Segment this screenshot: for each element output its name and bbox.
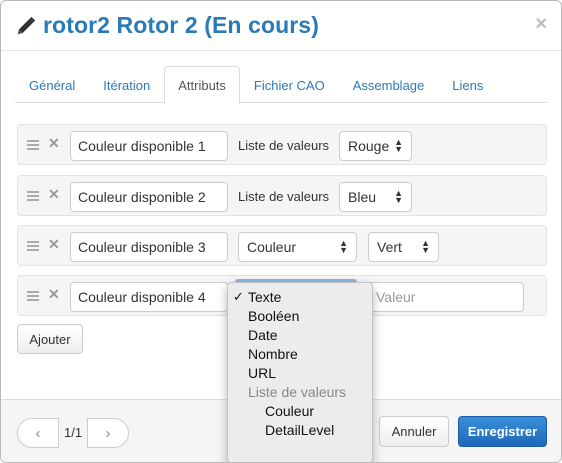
attribute-value-input[interactable]: Valeur <box>368 282 524 312</box>
drag-handle-icon[interactable] <box>27 191 39 201</box>
attribute-name-input[interactable]: Couleur disponible 3 <box>70 232 228 262</box>
select-arrows-icon: ▲ ▼ <box>394 188 403 205</box>
menu-item-url[interactable]: URL <box>228 363 372 382</box>
attribute-name-input[interactable]: Couleur disponible 1 <box>70 131 228 161</box>
attribute-value-select[interactable]: Vert ▲ ▼ <box>368 232 439 262</box>
remove-icon[interactable]: ✕ <box>48 135 60 152</box>
remove-icon[interactable]: ✕ <box>48 186 60 203</box>
drag-handle-icon[interactable] <box>27 241 39 251</box>
attribute-row: ✕ Couleur disponible 1 Liste de valeurs … <box>17 124 547 165</box>
menu-item-date[interactable]: Date <box>228 325 372 344</box>
select-arrows-icon: ▲ ▼ <box>394 137 403 154</box>
drag-handle-icon[interactable] <box>27 291 39 301</box>
select-arrows-icon: ▲ ▼ <box>421 238 430 255</box>
tab-iteration[interactable]: Itération <box>89 66 164 103</box>
attribute-type-select[interactable]: Couleur ▲ ▼ <box>238 232 357 262</box>
attribute-row: ✕ Couleur disponible 2 Liste de valeurs … <box>17 175 547 216</box>
select-arrows-icon: ▲ ▼ <box>339 238 348 255</box>
previous-page-button[interactable]: ‹ <box>17 418 59 448</box>
add-attribute-button[interactable]: Ajouter <box>17 324 83 354</box>
menu-item-label: Texte <box>248 288 282 305</box>
page-indicator: 1/1 <box>64 425 83 440</box>
menu-item-color[interactable]: Couleur <box>228 401 372 420</box>
chevron-right-icon: › <box>105 424 111 442</box>
attribute-type-label: Liste de valeurs <box>238 189 330 204</box>
tab-attributes[interactable]: Attributs <box>164 66 240 104</box>
select-value: Bleu <box>348 189 377 205</box>
drag-handle-icon[interactable] <box>27 140 39 150</box>
save-button[interactable]: Enregistrer <box>458 416 547 447</box>
value-placeholder: Valeur <box>376 289 416 305</box>
checkmark-icon: ✓ <box>233 288 244 304</box>
attribute-name-input[interactable]: Couleur disponible 4 <box>70 282 228 312</box>
modal-header: rotor2 Rotor 2 (En cours) <box>1 1 561 51</box>
tab-assembly[interactable]: Assemblage <box>339 66 439 103</box>
select-value: Couleur <box>247 239 297 255</box>
menu-item-boolean[interactable]: Booléen <box>228 306 372 325</box>
modal-title: rotor2 Rotor 2 (En cours) <box>43 12 319 38</box>
tab-links[interactable]: Liens <box>438 66 497 103</box>
tab-bar: Général Itération Attributs Fichier CAO … <box>15 66 547 104</box>
select-value: Rouge <box>348 138 390 154</box>
next-page-button[interactable]: › <box>87 418 129 448</box>
cancel-button[interactable]: Annuler <box>379 416 449 447</box>
tab-cad-file[interactable]: Fichier CAO <box>240 66 339 103</box>
remove-icon[interactable]: ✕ <box>48 236 60 253</box>
chevron-left-icon: ‹ <box>35 424 41 442</box>
attribute-name-input[interactable]: Couleur disponible 2 <box>70 182 228 212</box>
menu-item-text[interactable]: ✓ Texte <box>228 287 372 306</box>
attribute-value-select[interactable]: Bleu ▲ ▼ <box>339 182 412 212</box>
attributes-modal: rotor2 Rotor 2 (En cours) × Général Itér… <box>0 0 562 463</box>
select-value: Vert <box>377 239 402 255</box>
menu-item-number[interactable]: Nombre <box>228 344 372 363</box>
attribute-value-select[interactable]: Rouge ▲ ▼ <box>339 131 412 161</box>
remove-icon[interactable]: ✕ <box>48 286 60 303</box>
pencil-icon <box>17 16 36 34</box>
attribute-row: ✕ Couleur disponible 3 Couleur ▲ ▼ Vert ▲… <box>17 225 547 266</box>
close-icon[interactable]: × <box>535 13 547 36</box>
attribute-type-label: Liste de valeurs <box>238 138 330 153</box>
tab-general[interactable]: Général <box>15 66 89 103</box>
menu-group-label: Liste de valeurs <box>248 383 347 400</box>
type-dropdown-menu: ✓ Texte Booléen Date Nombre URL Liste de… <box>227 282 373 462</box>
menu-item-detail-level[interactable]: DetailLevel <box>228 420 372 439</box>
